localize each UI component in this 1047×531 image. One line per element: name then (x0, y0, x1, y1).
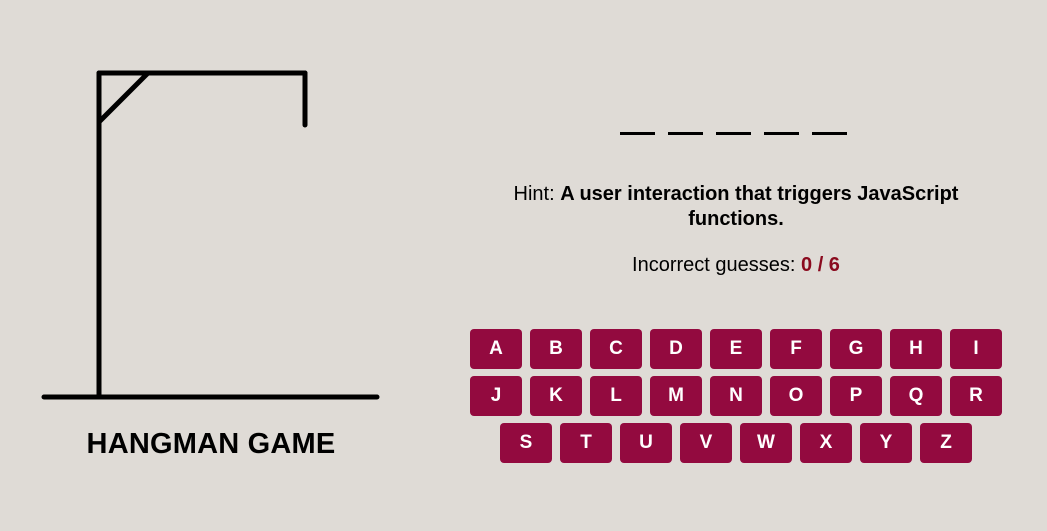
key-g[interactable]: G (830, 329, 882, 369)
key-e[interactable]: E (710, 329, 762, 369)
key-n[interactable]: N (710, 376, 762, 416)
key-k[interactable]: K (530, 376, 582, 416)
key-s[interactable]: S (500, 423, 552, 463)
key-t[interactable]: T (560, 423, 612, 463)
hangman-box: HANGMAN GAME (40, 68, 382, 468)
key-v[interactable]: V (680, 423, 732, 463)
key-d[interactable]: D (650, 329, 702, 369)
keyboard: ABCDEFGHI JKLMNOPQR STUVWXYZ (470, 329, 1002, 470)
key-z[interactable]: Z (920, 423, 972, 463)
letter-slot (716, 110, 751, 135)
incorrect-guesses-label: Incorrect guesses: (632, 254, 802, 276)
key-m[interactable]: M (650, 376, 702, 416)
key-w[interactable]: W (740, 423, 792, 463)
key-i[interactable]: I (950, 329, 1002, 369)
keyboard-row: ABCDEFGHI (470, 329, 1002, 369)
letter-slot (668, 110, 703, 135)
letter-slot (764, 110, 799, 135)
key-l[interactable]: L (590, 376, 642, 416)
incorrect-guesses: Incorrect guesses: 0 / 6 (470, 254, 1002, 277)
key-y[interactable]: Y (860, 423, 912, 463)
letter-slot (620, 110, 655, 135)
hint-label: Hint: (513, 183, 561, 205)
gallows-brace (96, 70, 151, 125)
hint-text: A user interaction that triggers JavaScr… (560, 183, 959, 230)
key-b[interactable]: B (530, 329, 582, 369)
incorrect-guesses-value: 0 / 6 (801, 254, 840, 276)
key-x[interactable]: X (800, 423, 852, 463)
keyboard-row: STUVWXYZ (470, 423, 1002, 463)
game-title: HANGMAN GAME (86, 428, 336, 460)
key-c[interactable]: C (590, 329, 642, 369)
key-f[interactable]: F (770, 329, 822, 369)
key-a[interactable]: A (470, 329, 522, 369)
word-display (620, 110, 847, 135)
key-u[interactable]: U (620, 423, 672, 463)
key-p[interactable]: P (830, 376, 882, 416)
hint: Hint: A user interaction that triggers J… (470, 182, 1002, 232)
key-q[interactable]: Q (890, 376, 942, 416)
letter-slot (812, 110, 847, 135)
keyboard-row: JKLMNOPQR (470, 376, 1002, 416)
key-j[interactable]: J (470, 376, 522, 416)
key-r[interactable]: R (950, 376, 1002, 416)
key-o[interactable]: O (770, 376, 822, 416)
gallows-drawing (41, 70, 380, 400)
key-h[interactable]: H (890, 329, 942, 369)
